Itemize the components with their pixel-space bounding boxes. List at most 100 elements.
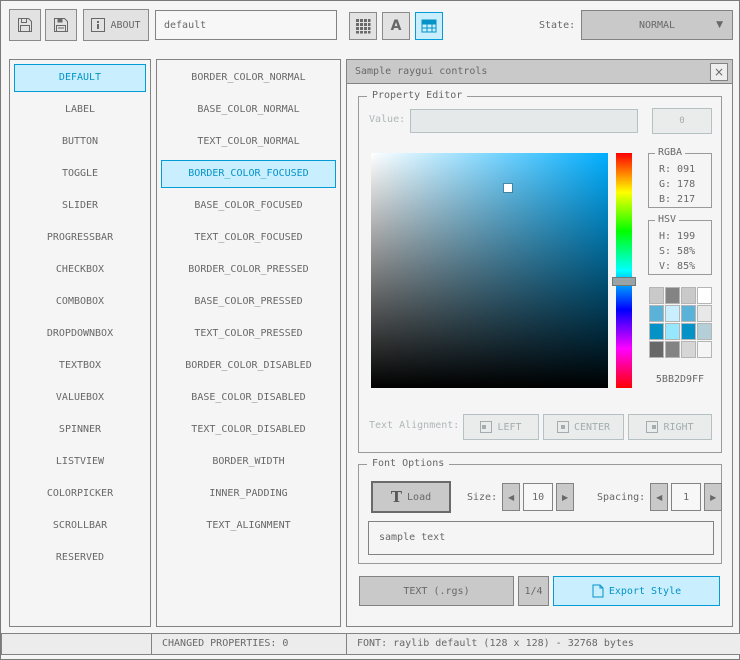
properties-list-item[interactable]: BORDER_COLOR_PRESSED <box>161 256 336 284</box>
palette-swatch[interactable] <box>649 305 664 322</box>
properties-list-item[interactable]: TEXT_COLOR_PRESSED <box>161 320 336 348</box>
align-left-button[interactable]: LEFT <box>463 414 539 440</box>
export-format-label: TEXT (.rgs) <box>403 585 470 597</box>
hex-color-value[interactable]: 5BB2D9FF <box>645 374 715 385</box>
controls-list-item[interactable]: LABEL <box>14 96 146 124</box>
controls-list-item[interactable]: COMBOBOX <box>14 288 146 316</box>
palette-swatch[interactable] <box>649 323 664 340</box>
export-style-button[interactable]: Export Style <box>553 576 720 606</box>
saturation-value-picker[interactable] <box>371 153 608 388</box>
save-style-button[interactable] <box>45 9 77 41</box>
controls-list-item[interactable]: TEXTBOX <box>14 352 146 380</box>
controls-list-item[interactable]: RESERVED <box>14 544 146 572</box>
value-apply-button[interactable]: 0 <box>652 108 712 134</box>
palette-swatch[interactable] <box>697 341 712 358</box>
controls-list-item[interactable]: VALUEBOX <box>14 384 146 412</box>
controls-list-item[interactable]: DROPDOWNBOX <box>14 320 146 348</box>
export-format-button[interactable]: TEXT (.rgs) <box>359 576 514 606</box>
properties-list-item[interactable]: BASE_COLOR_FOCUSED <box>161 192 336 220</box>
page-indicator-button[interactable]: 1/4 <box>518 576 549 606</box>
sample-window-titlebar[interactable]: Sample raygui controls <box>347 60 732 84</box>
font-size-value[interactable]: 10 <box>523 483 554 511</box>
close-window-button[interactable]: × <box>710 63 728 81</box>
palette-swatch[interactable] <box>665 323 680 340</box>
palette-swatch[interactable] <box>665 305 680 322</box>
palette-swatch[interactable] <box>697 287 712 304</box>
state-label: State: <box>539 20 576 31</box>
style-table-icon <box>421 18 437 34</box>
info-icon <box>91 18 106 32</box>
style-name-input[interactable] <box>155 10 337 40</box>
rgba-r-value: R: 091 <box>659 164 696 175</box>
open-style-button[interactable] <box>9 9 41 41</box>
properties-list-item[interactable]: INNER_PADDING <box>161 480 336 508</box>
properties-list-item[interactable]: BASE_COLOR_PRESSED <box>161 288 336 316</box>
palette-swatch[interactable] <box>665 341 680 358</box>
hue-slider[interactable] <box>612 153 636 388</box>
properties-list-item[interactable]: TEXT_COLOR_FOCUSED <box>161 224 336 252</box>
color-samples-palette <box>649 287 712 358</box>
font-spacing-value[interactable]: 1 <box>671 483 702 511</box>
controls-list-item[interactable]: DEFAULT <box>14 64 146 92</box>
grid-view-button[interactable] <box>349 12 377 40</box>
spacing-increase-button[interactable]: ▶ <box>704 483 723 511</box>
spacing-decrease-button[interactable]: ◀ <box>650 483 669 511</box>
property-editor-group: Property Editor Value: 0 RGBA R: 091 G: … <box>358 90 722 453</box>
save-file-icon <box>53 17 69 33</box>
palette-swatch[interactable] <box>681 287 696 304</box>
controls-list-item[interactable]: CHECKBOX <box>14 256 146 284</box>
file-export-icon <box>592 584 604 598</box>
close-icon: × <box>713 65 725 79</box>
controls-list-item[interactable]: SCROLLBAR <box>14 512 146 540</box>
hue-slider-handle[interactable] <box>612 277 636 287</box>
controls-list-item[interactable]: BUTTON <box>14 128 146 156</box>
value-label: Value: <box>369 114 406 125</box>
properties-list-item[interactable]: BORDER_COLOR_NORMAL <box>161 64 336 92</box>
about-button[interactable]: ABOUT <box>83 9 149 41</box>
properties-list-item[interactable]: TEXT_ALIGNMENT <box>161 512 336 540</box>
properties-list-item[interactable]: BORDER_COLOR_DISABLED <box>161 352 336 380</box>
changed-properties-text: CHANGED PROPERTIES: 0 <box>162 638 289 649</box>
palette-swatch[interactable] <box>665 287 680 304</box>
align-right-button[interactable]: RIGHT <box>628 414 712 440</box>
palette-swatch[interactable] <box>681 341 696 358</box>
size-decrease-button[interactable]: ◀ <box>502 483 521 511</box>
chevron-down-icon: ▼ <box>716 20 723 30</box>
palette-swatch[interactable] <box>649 287 664 304</box>
controls-list-item[interactable]: PROGRESSBAR <box>14 224 146 252</box>
palette-swatch[interactable] <box>697 323 712 340</box>
style-table-button[interactable] <box>415 12 443 40</box>
properties-list-item[interactable]: BORDER_COLOR_FOCUSED <box>161 160 336 188</box>
palette-swatch[interactable] <box>649 341 664 358</box>
controls-list-item[interactable]: SPINNER <box>14 416 146 444</box>
controls-list-item[interactable]: LISTVIEW <box>14 448 146 476</box>
properties-list-item[interactable]: BORDER_WIDTH <box>161 448 336 476</box>
value-input[interactable] <box>410 109 638 133</box>
color-picker-cursor[interactable] <box>504 184 513 193</box>
properties-list-item[interactable]: TEXT_COLOR_NORMAL <box>161 128 336 156</box>
font-options-group: Font Options T Load Size: ◀ 10 ▶ Spacing… <box>358 458 723 564</box>
font-size-value-text: 10 <box>532 491 545 503</box>
font-view-button[interactable]: A <box>382 12 410 40</box>
sample-text-box[interactable]: sample text <box>368 521 714 555</box>
controls-list-item[interactable]: COLORPICKER <box>14 480 146 508</box>
palette-swatch[interactable] <box>681 323 696 340</box>
font-load-button[interactable]: T Load <box>371 481 451 513</box>
controls-list-item[interactable]: TOGGLE <box>14 160 146 188</box>
align-center-label: CENTER <box>573 421 611 433</box>
state-dropdown[interactable]: NORMAL ▼ <box>581 10 733 40</box>
size-increase-button[interactable]: ▶ <box>556 483 575 511</box>
align-center-button[interactable]: CENTER <box>543 414 624 440</box>
controls-list-item[interactable]: SLIDER <box>14 192 146 220</box>
statusbar-changed-properties: CHANGED PROPERTIES: 0 <box>151 633 347 655</box>
properties-list-item[interactable]: BASE_COLOR_NORMAL <box>161 96 336 124</box>
palette-swatch[interactable] <box>681 305 696 322</box>
align-left-icon <box>480 421 493 433</box>
properties-list-item[interactable]: TEXT_COLOR_DISABLED <box>161 416 336 444</box>
hsv-v-value: V: 85% <box>659 261 696 272</box>
palette-swatch[interactable] <box>697 305 712 322</box>
properties-list-item[interactable]: BASE_COLOR_DISABLED <box>161 384 336 412</box>
page-indicator-label: 1/4 <box>524 585 543 597</box>
arrow-right-icon: ▶ <box>562 492 569 502</box>
about-label: ABOUT <box>110 19 141 31</box>
